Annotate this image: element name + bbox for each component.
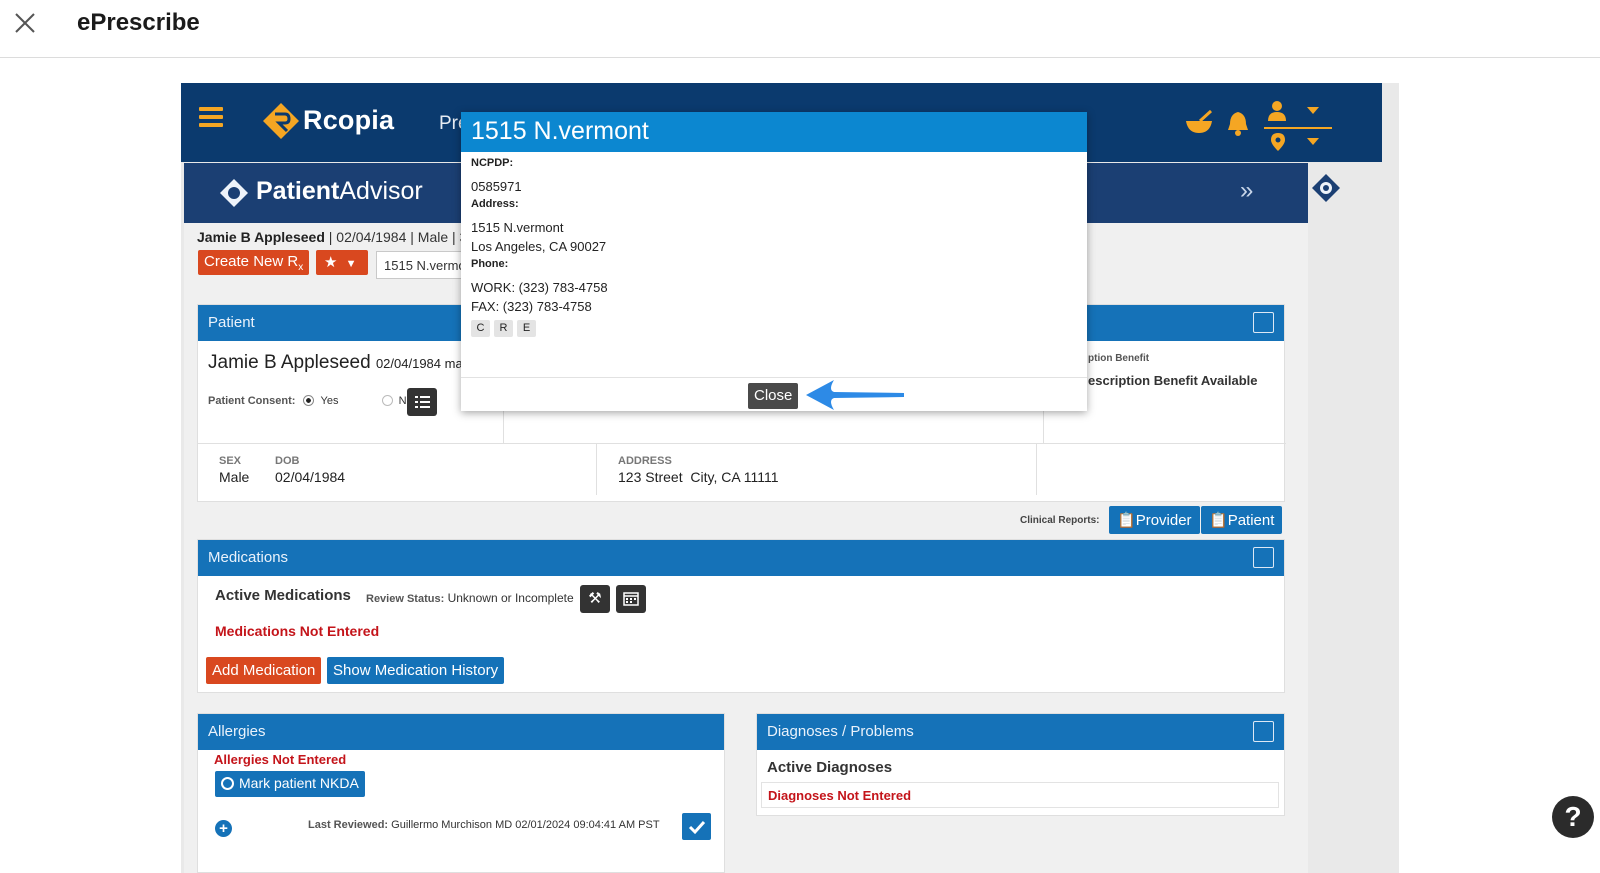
fax-phone: FAX: (323) 783-4758 [471,299,592,314]
chevron-down-icon[interactable] [1307,107,1319,115]
clipboard-icon: 📋 [1209,512,1228,529]
address-value: 1515 N.vermont Los Angeles, CA 90027 [471,218,608,256]
diagnoses-panel: Diagnoses / Problems Active Diagnoses Di… [756,713,1285,816]
allergies-panel: Allergies Allergies Not Entered Mark pat… [197,713,725,873]
modal-title: 1515 N.vermont [461,112,1087,152]
pharmacy-details-modal: 1515 N.vermont NCPDP: 0585971 Address: 1… [461,112,1087,411]
location-pin-icon[interactable] [1271,133,1285,151]
address-label: Address: [471,198,519,210]
tag-r: R [494,320,513,337]
allergies-not-entered: Allergies Not Entered [214,752,347,767]
dob-value: 02/04/1984 [275,469,346,485]
panel-title: Medications [208,549,289,566]
arrow-left-icon [806,380,904,410]
patient-advisor-side-icon[interactable] [1311,173,1341,203]
diagnoses-panel-header: Diagnoses / Problems [757,714,1284,750]
patient-advisor-logo-text: PatientAdvisor [256,177,423,205]
diagnoses-not-entered: Diagnoses Not Entered [768,788,912,803]
modal-footer: Close [461,377,1087,411]
clipboard-icon: 📋 [1117,512,1136,529]
sex-value: Male [219,469,250,485]
address-line-1: 1515 N.vermont [471,220,564,235]
rcopia-logo-text: Rcopia [303,105,395,135]
divider [1036,443,1037,495]
mark-nkda-button[interactable]: Mark patient NKDA [215,771,365,797]
consent-yes-radio[interactable] [303,395,315,406]
ncpdp-label: NCPDP: [471,157,514,169]
collapse-icon[interactable] [1253,312,1274,333]
allergies-panel-header: Allergies [198,714,724,750]
provider-report-button[interactable]: 📋Provider [1109,506,1200,534]
expand-icon[interactable] [1253,547,1274,568]
help-button[interactable]: ? [1552,796,1594,838]
benefit-label: ption Benefit [1088,353,1150,364]
phone-label: Phone: [471,258,509,270]
panel-title: Patient [208,314,255,331]
diagnoses-row: Diagnoses Not Entered [761,782,1279,808]
mortar-pestle-icon[interactable] [1184,109,1214,137]
show-medication-history-button[interactable]: Show Medication History [327,657,505,684]
close-icon[interactable] [12,10,38,36]
ncpdp-value: 0585971 [471,179,522,194]
medications-panel: Medications Active Medications Review St… [197,539,1285,693]
favorites-dropdown-button[interactable]: ★ ▼ [316,250,368,275]
star-icon: ★ [324,254,338,271]
add-allergy-icon[interactable]: + [215,820,232,837]
ban-icon [221,777,234,790]
medications-panel-header: Medications [198,540,1284,576]
header-divider [1264,127,1332,129]
address-line-2: Los Angeles, CA 90027 [471,239,607,254]
divider [596,443,597,495]
top-bar: ePrescribe [0,0,1600,58]
chevron-down-icon[interactable] [1307,138,1319,146]
mark-reviewed-button[interactable] [682,813,711,840]
consent-no-radio[interactable] [381,395,393,406]
panel-title: Allergies [208,723,266,740]
patient-info: | 02/04/1984 | Male | 39 [328,229,476,245]
patient-full-name: Jamie B Appleseed 02/04/1984 ma [208,352,463,373]
tag-c: C [471,320,490,337]
dob-label: DOB [275,455,300,467]
user-icon[interactable] [1268,101,1286,121]
create-new-rx-button[interactable]: Create New Rx [198,250,310,275]
gavel-icon[interactable]: ⚒ [580,585,610,613]
phone-value: WORK: (323) 783-4758 FAX: (323) 783-4758 [471,278,608,316]
address-label: ADDRESS [618,455,672,467]
hamburger-menu-icon[interactable] [199,107,223,127]
patient-advisor-logo-icon [220,179,248,207]
address-value: 123 Street City, CA 11111 [618,469,779,485]
benefit-value: escription Benefit Available [1088,373,1258,388]
sex-label: SEX [219,455,242,467]
review-status: Review Status: Unknown or Incomplete [366,591,574,605]
medications-not-entered: Medications Not Entered [215,623,380,639]
expand-icon[interactable] [1253,721,1274,742]
pharmacy-field[interactable]: 1515 N.vermont [376,251,472,279]
divider [198,443,1286,444]
chevron-down-icon: ▼ [345,258,357,270]
calendar-icon[interactable] [616,585,646,613]
rcopia-logo-icon [263,103,299,139]
clinical-reports-label: Clinical Reports: [1020,515,1100,526]
panel-title: Diagnoses / Problems [767,723,914,740]
list-icon[interactable] [407,388,437,416]
bell-icon[interactable] [1226,110,1250,136]
app-title: ePrescribe [77,9,200,36]
patient-name: Jamie B Appleseed [197,229,325,245]
expand-right-icon[interactable]: » [1240,177,1253,205]
checkmark-icon [688,820,706,835]
add-medication-button[interactable]: Add Medication [206,657,322,684]
tag-e: E [517,320,536,337]
work-phone: WORK: (323) 783-4758 [471,280,608,295]
last-reviewed: Last Reviewed: Guillermo Murchison MD 02… [308,819,660,831]
close-button[interactable]: Close [748,383,799,409]
pharmacy-tags: CRE [471,319,608,337]
active-diagnoses-heading: Active Diagnoses [767,759,893,776]
active-medications-heading: Active Medications [215,587,351,604]
patient-report-button[interactable]: 📋Patient [1201,506,1283,534]
consent-row: Patient Consent: Yes No [208,395,413,407]
modal-body: NCPDP: 0585971 Address: 1515 N.vermont L… [471,157,608,337]
patient-summary-line: Jamie B Appleseed | 02/04/1984 | Male | … [197,229,475,245]
